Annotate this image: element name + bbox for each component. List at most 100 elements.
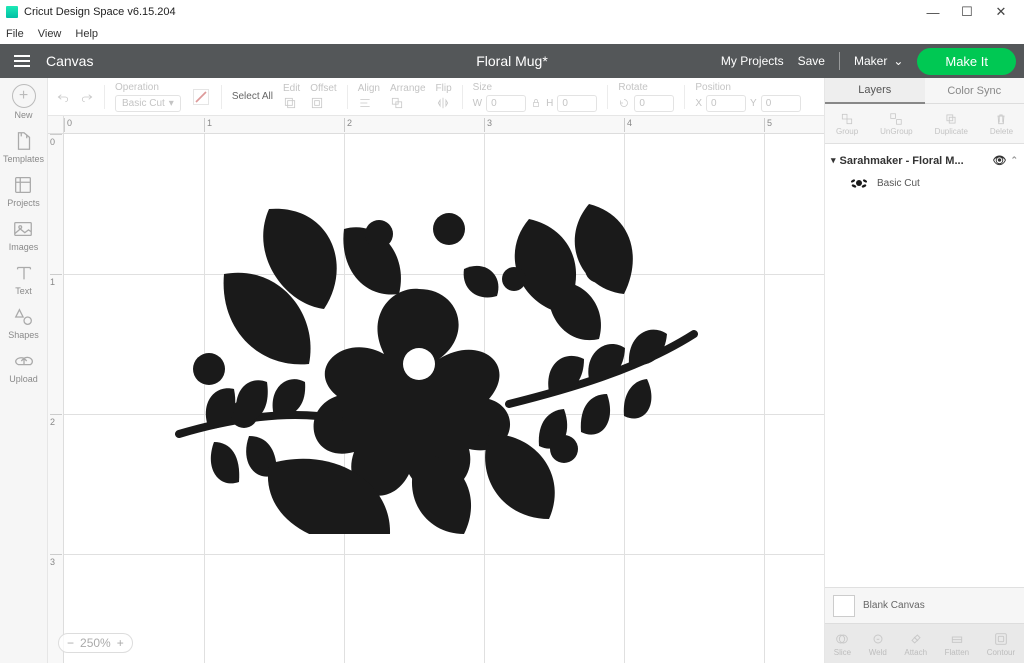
align-group: Align [358, 83, 380, 110]
ungroup-button[interactable]: UnGroup [880, 112, 912, 136]
layer-actions: Group UnGroup Duplicate Delete [825, 104, 1024, 144]
topbar-divider [839, 52, 840, 70]
my-projects-link[interactable]: My Projects [721, 54, 784, 68]
machine-selector[interactable]: Maker ⌄ [854, 54, 903, 68]
edit-dropdown[interactable] [283, 96, 297, 110]
new-button[interactable]: + New [12, 84, 36, 120]
delete-button[interactable]: Delete [990, 112, 1013, 136]
layer-item-type: Basic Cut [877, 178, 920, 189]
upload-label: Upload [9, 374, 38, 384]
save-button[interactable]: Save [798, 54, 825, 68]
window-title: Cricut Design Space v6.15.204 [24, 6, 176, 18]
window-minimize-button[interactable]: — [916, 0, 950, 24]
layer-item-row[interactable]: Basic Cut [829, 171, 1020, 195]
layer-thumbnail [847, 175, 871, 191]
width-input[interactable]: 0 [486, 95, 526, 112]
window-close-button[interactable]: ✕ [984, 0, 1018, 24]
visibility-eye-icon[interactable]: 👁 [992, 154, 1006, 167]
zoom-value: 250% [80, 636, 111, 650]
duplicate-button[interactable]: Duplicate [935, 112, 968, 136]
pos-x-input[interactable]: 0 [706, 95, 746, 112]
attach-button[interactable]: Attach [904, 631, 927, 657]
rotate-icon [618, 97, 630, 109]
projects-icon [12, 174, 34, 196]
panel-tabs: Layers Color Sync [825, 78, 1024, 104]
shapes-icon [13, 306, 35, 328]
align-dropdown[interactable] [358, 96, 372, 110]
layer-group-row[interactable]: ▾ Sarahmaker - Floral M... 👁 ⌃ [829, 150, 1020, 171]
undo-button[interactable] [56, 90, 70, 104]
hamburger-menu-button[interactable] [8, 47, 36, 75]
new-label: New [14, 110, 32, 120]
menubar: File View Help [0, 24, 1024, 44]
upload-icon [13, 350, 35, 372]
pos-y-input[interactable]: 0 [761, 95, 801, 112]
layers-list: ▾ Sarahmaker - Floral M... 👁 ⌃ Basic Cut [825, 144, 1024, 587]
size-group: Size W 0 H 0 [473, 82, 598, 112]
zoom-control[interactable]: − 250% + [58, 633, 133, 653]
group-button[interactable]: Group [836, 112, 858, 136]
templates-button[interactable]: Templates [3, 130, 44, 164]
menu-file[interactable]: File [6, 28, 24, 40]
text-icon [13, 262, 35, 284]
app-icon [6, 6, 18, 18]
slice-button[interactable]: Slice [834, 631, 851, 657]
arrange-group: Arrange [390, 83, 426, 110]
left-rail: + New Templates Projects Images Text Sha… [0, 78, 48, 663]
images-label: Images [9, 242, 39, 252]
canvas-color-swatch[interactable] [833, 595, 855, 617]
zoom-out-icon[interactable]: − [67, 636, 74, 650]
position-group: Position X 0 Y 0 [695, 82, 800, 112]
window-maximize-button[interactable]: ☐ [950, 0, 984, 24]
text-button[interactable]: Text [13, 262, 35, 296]
chevron-down-icon: ▾ [169, 98, 174, 109]
operation-label: Operation [115, 82, 159, 93]
window-titlebar: Cricut Design Space v6.15.204 — ☐ ✕ [0, 0, 1024, 24]
zoom-in-icon[interactable]: + [117, 636, 124, 650]
weld-button[interactable]: Weld [869, 631, 887, 657]
projects-button[interactable]: Projects [7, 174, 40, 208]
vertical-ruler: 0 1 2 3 [48, 134, 64, 663]
edit-group: Edit [283, 83, 300, 110]
arrange-dropdown[interactable] [390, 96, 404, 110]
redo-button[interactable] [80, 90, 94, 104]
lock-aspect-icon[interactable] [530, 97, 542, 109]
caret-down-icon: ▾ [831, 155, 836, 166]
topbar: Canvas Floral Mug* My Projects Save Make… [0, 44, 1024, 78]
layer-group-name: Sarahmaker - Floral M... [840, 155, 989, 167]
shapes-label: Shapes [8, 330, 39, 340]
templates-icon [13, 130, 35, 152]
height-input[interactable]: 0 [557, 95, 597, 112]
operation-group: Operation Basic Cut▾ [115, 82, 181, 112]
flip-group: Flip [436, 83, 452, 110]
images-button[interactable]: Images [9, 218, 39, 252]
menu-view[interactable]: View [38, 28, 62, 40]
menu-help[interactable]: Help [75, 28, 98, 40]
workarea: Operation Basic Cut▾ Select All Edit Off… [48, 78, 824, 663]
floral-design-object[interactable] [119, 174, 719, 534]
cutting-mat[interactable] [64, 134, 824, 663]
edit-toolbar: Operation Basic Cut▾ Select All Edit Off… [48, 78, 824, 116]
canvas[interactable]: 0 1 2 3 4 5 0 1 2 3 [48, 116, 824, 663]
offset-group: Offset [310, 83, 337, 110]
right-panel: Layers Color Sync Group UnGroup Duplicat… [824, 78, 1024, 663]
collapse-caret-icon[interactable]: ⌃ [1010, 155, 1018, 166]
ruler-corner [48, 116, 64, 134]
upload-button[interactable]: Upload [9, 350, 38, 384]
offset-button[interactable] [310, 96, 324, 110]
flip-dropdown[interactable] [436, 96, 450, 110]
make-it-button[interactable]: Make It [917, 48, 1016, 75]
tab-color-sync[interactable]: Color Sync [925, 78, 1024, 104]
contour-button[interactable]: Contour [987, 631, 1015, 657]
select-all-button[interactable]: Select All [232, 91, 273, 102]
rotate-input[interactable]: 0 [634, 95, 674, 112]
templates-label: Templates [3, 154, 44, 164]
canvas-color-row[interactable]: Blank Canvas [825, 587, 1024, 623]
operation-select[interactable]: Basic Cut▾ [115, 95, 181, 112]
flatten-button[interactable]: Flatten [945, 631, 969, 657]
chevron-down-icon: ⌄ [893, 54, 903, 68]
projects-label: Projects [7, 198, 40, 208]
tab-layers[interactable]: Layers [825, 78, 925, 104]
linetype-swatch[interactable] [191, 87, 211, 107]
shapes-button[interactable]: Shapes [8, 306, 39, 340]
